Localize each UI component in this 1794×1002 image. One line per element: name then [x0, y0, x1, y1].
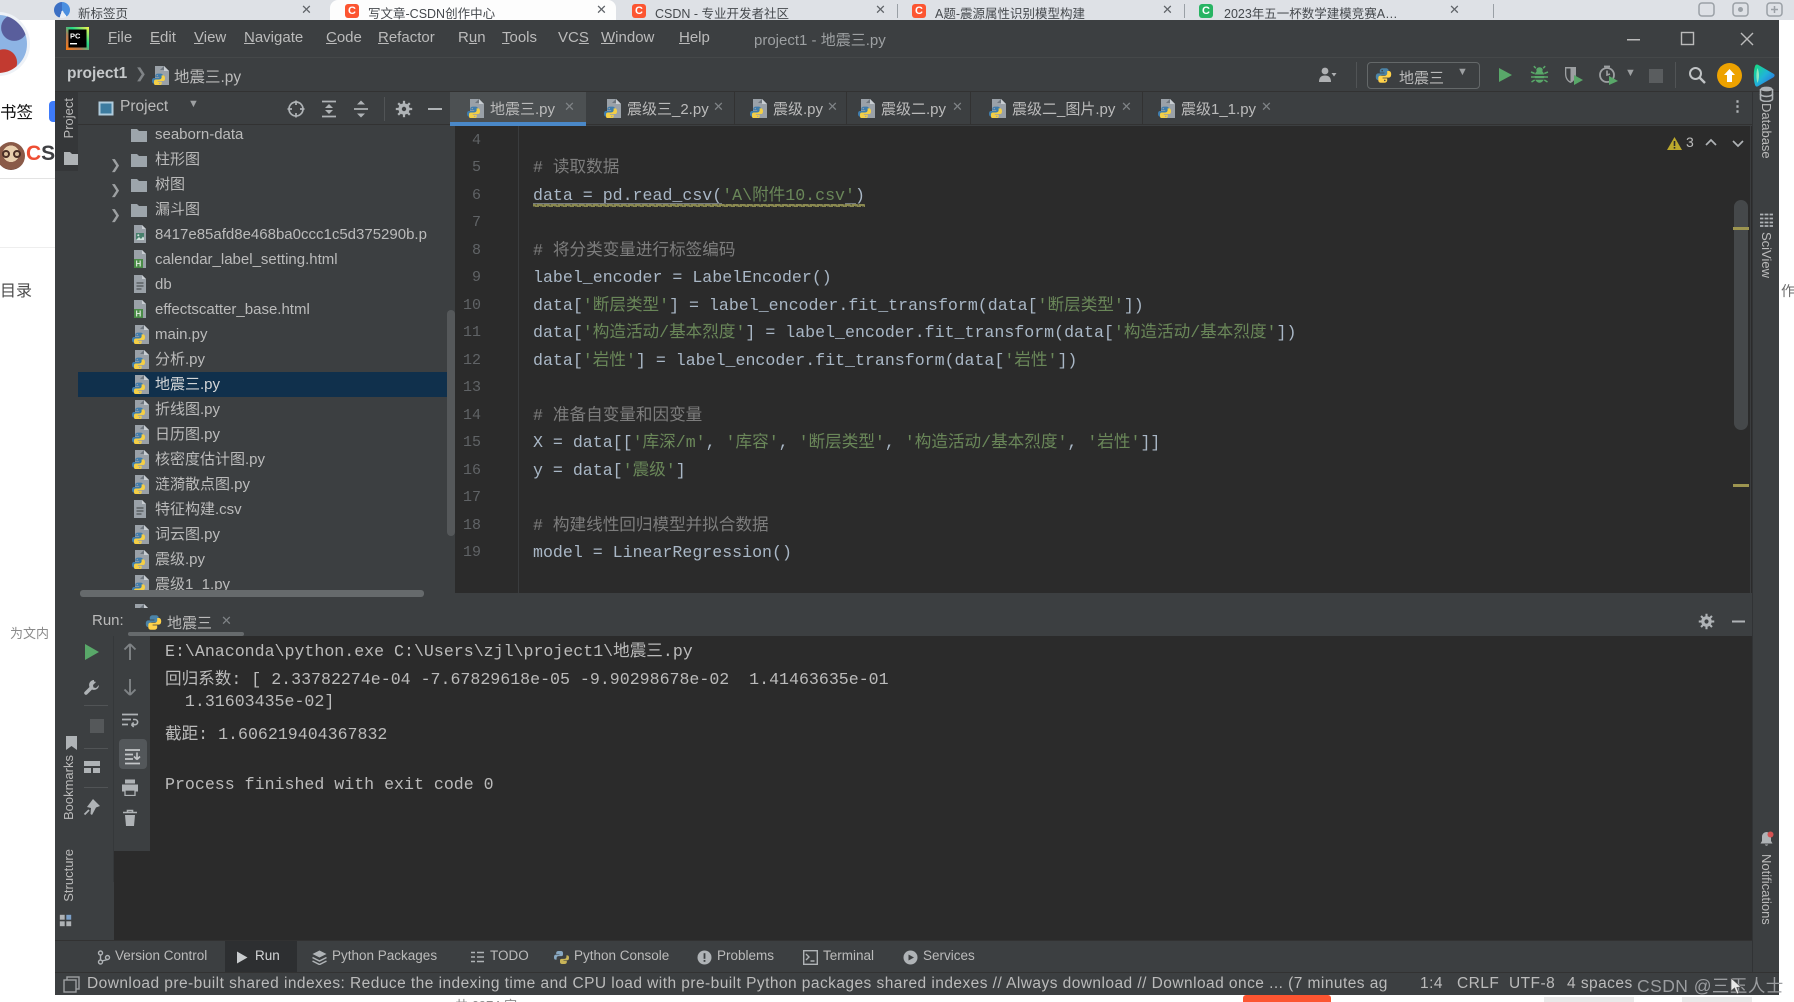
svg-text:PC: PC	[70, 32, 81, 41]
